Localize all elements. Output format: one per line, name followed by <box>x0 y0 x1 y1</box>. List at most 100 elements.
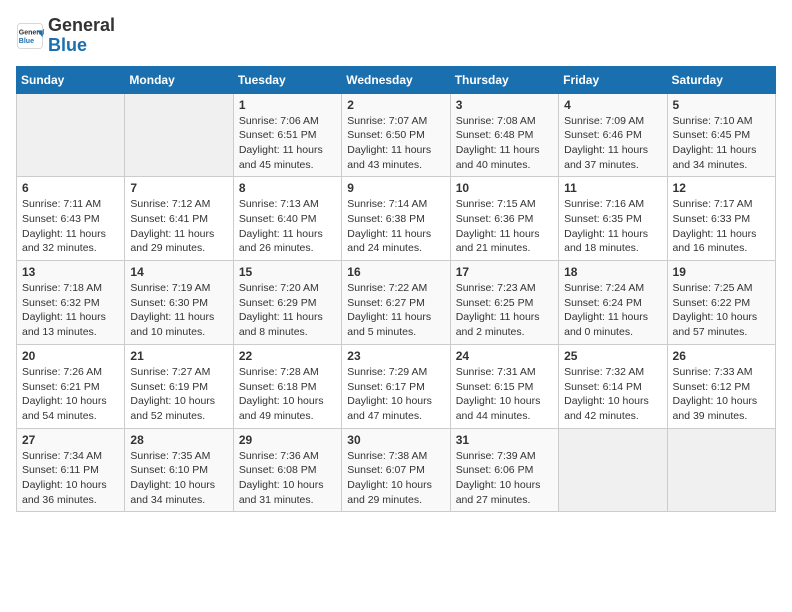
day-detail: Sunrise: 7:11 AM Sunset: 6:43 PM Dayligh… <box>22 197 119 256</box>
calendar-cell: 16Sunrise: 7:22 AM Sunset: 6:27 PM Dayli… <box>342 261 450 345</box>
logo-icon: General Blue <box>16 22 44 50</box>
day-number: 11 <box>564 181 661 195</box>
calendar-cell: 4Sunrise: 7:09 AM Sunset: 6:46 PM Daylig… <box>559 93 667 177</box>
calendar-cell: 22 Sunrise: 7:28 AM Sunset: 6:18 PM Dayli… <box>233 344 341 428</box>
calendar-cell: 25 Sunrise: 7:32 AM Sunset: 6:14 PM Dayli… <box>559 344 667 428</box>
calendar-week-4: 20 Sunrise: 7:26 AM Sunset: 6:21 PM Dayli… <box>17 344 776 428</box>
calendar-cell: 26 Sunrise: 7:33 AM Sunset: 6:12 PM Dayli… <box>667 344 775 428</box>
weekday-header-wednesday: Wednesday <box>342 66 450 93</box>
calendar-cell: 31 Sunrise: 7:39 AM Sunset: 6:06 PM Dayli… <box>450 428 558 512</box>
logo: General Blue General Blue <box>16 16 115 56</box>
day-number: 18 <box>564 265 661 279</box>
day-number: 12 <box>673 181 770 195</box>
calendar-cell: 5 Sunrise: 7:10 AM Sunset: 6:45 PM Daylig… <box>667 93 775 177</box>
calendar-cell: 23 Sunrise: 7:29 AM Sunset: 6:17 PM Dayli… <box>342 344 450 428</box>
calendar-cell: 12Sunrise: 7:17 AM Sunset: 6:33 PM Dayli… <box>667 177 775 261</box>
calendar-cell <box>559 428 667 512</box>
day-detail: Sunrise: 7:26 AM Sunset: 6:21 PM Dayligh… <box>22 365 119 424</box>
calendar-cell: 18 Sunrise: 7:24 AM Sunset: 6:24 PM Dayli… <box>559 261 667 345</box>
calendar-cell <box>17 93 125 177</box>
day-number: 31 <box>456 433 553 447</box>
calendar-cell: 10 Sunrise: 7:15 AM Sunset: 6:36 PM Dayli… <box>450 177 558 261</box>
day-number: 30 <box>347 433 444 447</box>
day-number: 25 <box>564 349 661 363</box>
calendar-cell: 24 Sunrise: 7:31 AM Sunset: 6:15 PM Dayli… <box>450 344 558 428</box>
day-number: 20 <box>22 349 119 363</box>
day-detail: Sunrise: 7:23 AM Sunset: 6:25 PM Dayligh… <box>456 281 553 340</box>
day-number: 3 <box>456 98 553 112</box>
calendar-cell <box>667 428 775 512</box>
day-detail: Sunrise: 7:39 AM Sunset: 6:06 PM Dayligh… <box>456 449 553 508</box>
calendar-cell: 7 Sunrise: 7:12 AM Sunset: 6:41 PM Daylig… <box>125 177 233 261</box>
day-number: 10 <box>456 181 553 195</box>
day-detail: Sunrise: 7:31 AM Sunset: 6:15 PM Dayligh… <box>456 365 553 424</box>
calendar-cell: 15 Sunrise: 7:20 AM Sunset: 6:29 PM Dayli… <box>233 261 341 345</box>
day-detail: Sunrise: 7:28 AM Sunset: 6:18 PM Dayligh… <box>239 365 336 424</box>
calendar-cell: 6 Sunrise: 7:11 AM Sunset: 6:43 PM Daylig… <box>17 177 125 261</box>
day-detail: Sunrise: 7:35 AM Sunset: 6:10 PM Dayligh… <box>130 449 227 508</box>
day-number: 6 <box>22 181 119 195</box>
day-number: 23 <box>347 349 444 363</box>
weekday-header-thursday: Thursday <box>450 66 558 93</box>
day-number: 26 <box>673 349 770 363</box>
calendar-cell: 30 Sunrise: 7:38 AM Sunset: 6:07 PM Dayli… <box>342 428 450 512</box>
day-detail: Sunrise: 7:19 AM Sunset: 6:30 PM Dayligh… <box>130 281 227 340</box>
calendar-week-1: 1Sunrise: 7:06 AM Sunset: 6:51 PM Daylig… <box>17 93 776 177</box>
day-detail: Sunrise: 7:33 AM Sunset: 6:12 PM Dayligh… <box>673 365 770 424</box>
calendar-cell: 9Sunrise: 7:14 AM Sunset: 6:38 PM Daylig… <box>342 177 450 261</box>
day-number: 19 <box>673 265 770 279</box>
day-number: 15 <box>239 265 336 279</box>
day-number: 24 <box>456 349 553 363</box>
day-number: 1 <box>239 98 336 112</box>
day-detail: Sunrise: 7:09 AM Sunset: 6:46 PM Dayligh… <box>564 114 661 173</box>
calendar-cell: 27 Sunrise: 7:34 AM Sunset: 6:11 PM Dayli… <box>17 428 125 512</box>
calendar-cell: 29 Sunrise: 7:36 AM Sunset: 6:08 PM Dayli… <box>233 428 341 512</box>
day-number: 21 <box>130 349 227 363</box>
day-detail: Sunrise: 7:08 AM Sunset: 6:48 PM Dayligh… <box>456 114 553 173</box>
day-detail: Sunrise: 7:27 AM Sunset: 6:19 PM Dayligh… <box>130 365 227 424</box>
day-number: 29 <box>239 433 336 447</box>
calendar-week-2: 6 Sunrise: 7:11 AM Sunset: 6:43 PM Daylig… <box>17 177 776 261</box>
calendar-cell: 13Sunrise: 7:18 AM Sunset: 6:32 PM Dayli… <box>17 261 125 345</box>
day-detail: Sunrise: 7:24 AM Sunset: 6:24 PM Dayligh… <box>564 281 661 340</box>
weekday-header-tuesday: Tuesday <box>233 66 341 93</box>
calendar-cell: 20 Sunrise: 7:26 AM Sunset: 6:21 PM Dayli… <box>17 344 125 428</box>
calendar-cell: 17Sunrise: 7:23 AM Sunset: 6:25 PM Dayli… <box>450 261 558 345</box>
day-detail: Sunrise: 7:20 AM Sunset: 6:29 PM Dayligh… <box>239 281 336 340</box>
calendar-week-5: 27 Sunrise: 7:34 AM Sunset: 6:11 PM Dayli… <box>17 428 776 512</box>
calendar-cell: 19Sunrise: 7:25 AM Sunset: 6:22 PM Dayli… <box>667 261 775 345</box>
day-detail: Sunrise: 7:29 AM Sunset: 6:17 PM Dayligh… <box>347 365 444 424</box>
calendar-cell: 1Sunrise: 7:06 AM Sunset: 6:51 PM Daylig… <box>233 93 341 177</box>
day-number: 5 <box>673 98 770 112</box>
day-detail: Sunrise: 7:34 AM Sunset: 6:11 PM Dayligh… <box>22 449 119 508</box>
calendar-cell: 28 Sunrise: 7:35 AM Sunset: 6:10 PM Dayli… <box>125 428 233 512</box>
svg-text:Blue: Blue <box>19 38 34 45</box>
calendar-cell: 3 Sunrise: 7:08 AM Sunset: 6:48 PM Daylig… <box>450 93 558 177</box>
day-number: 27 <box>22 433 119 447</box>
day-detail: Sunrise: 7:07 AM Sunset: 6:50 PM Dayligh… <box>347 114 444 173</box>
calendar-cell: 8 Sunrise: 7:13 AM Sunset: 6:40 PM Daylig… <box>233 177 341 261</box>
calendar-cell: 21 Sunrise: 7:27 AM Sunset: 6:19 PM Dayli… <box>125 344 233 428</box>
day-detail: Sunrise: 7:10 AM Sunset: 6:45 PM Dayligh… <box>673 114 770 173</box>
day-number: 22 <box>239 349 336 363</box>
weekday-header-row: SundayMondayTuesdayWednesdayThursdayFrid… <box>17 66 776 93</box>
calendar-body: 1Sunrise: 7:06 AM Sunset: 6:51 PM Daylig… <box>17 93 776 512</box>
day-detail: Sunrise: 7:13 AM Sunset: 6:40 PM Dayligh… <box>239 197 336 256</box>
day-detail: Sunrise: 7:15 AM Sunset: 6:36 PM Dayligh… <box>456 197 553 256</box>
day-detail: Sunrise: 7:14 AM Sunset: 6:38 PM Dayligh… <box>347 197 444 256</box>
day-number: 7 <box>130 181 227 195</box>
day-number: 8 <box>239 181 336 195</box>
calendar-week-3: 13Sunrise: 7:18 AM Sunset: 6:32 PM Dayli… <box>17 261 776 345</box>
day-number: 13 <box>22 265 119 279</box>
day-detail: Sunrise: 7:12 AM Sunset: 6:41 PM Dayligh… <box>130 197 227 256</box>
day-detail: Sunrise: 7:32 AM Sunset: 6:14 PM Dayligh… <box>564 365 661 424</box>
day-detail: Sunrise: 7:36 AM Sunset: 6:08 PM Dayligh… <box>239 449 336 508</box>
day-detail: Sunrise: 7:38 AM Sunset: 6:07 PM Dayligh… <box>347 449 444 508</box>
calendar-cell: 11Sunrise: 7:16 AM Sunset: 6:35 PM Dayli… <box>559 177 667 261</box>
day-number: 28 <box>130 433 227 447</box>
logo-name: General Blue <box>48 16 115 56</box>
day-number: 16 <box>347 265 444 279</box>
calendar-cell: 14Sunrise: 7:19 AM Sunset: 6:30 PM Dayli… <box>125 261 233 345</box>
calendar-table: SundayMondayTuesdayWednesdayThursdayFrid… <box>16 66 776 513</box>
calendar-cell <box>125 93 233 177</box>
